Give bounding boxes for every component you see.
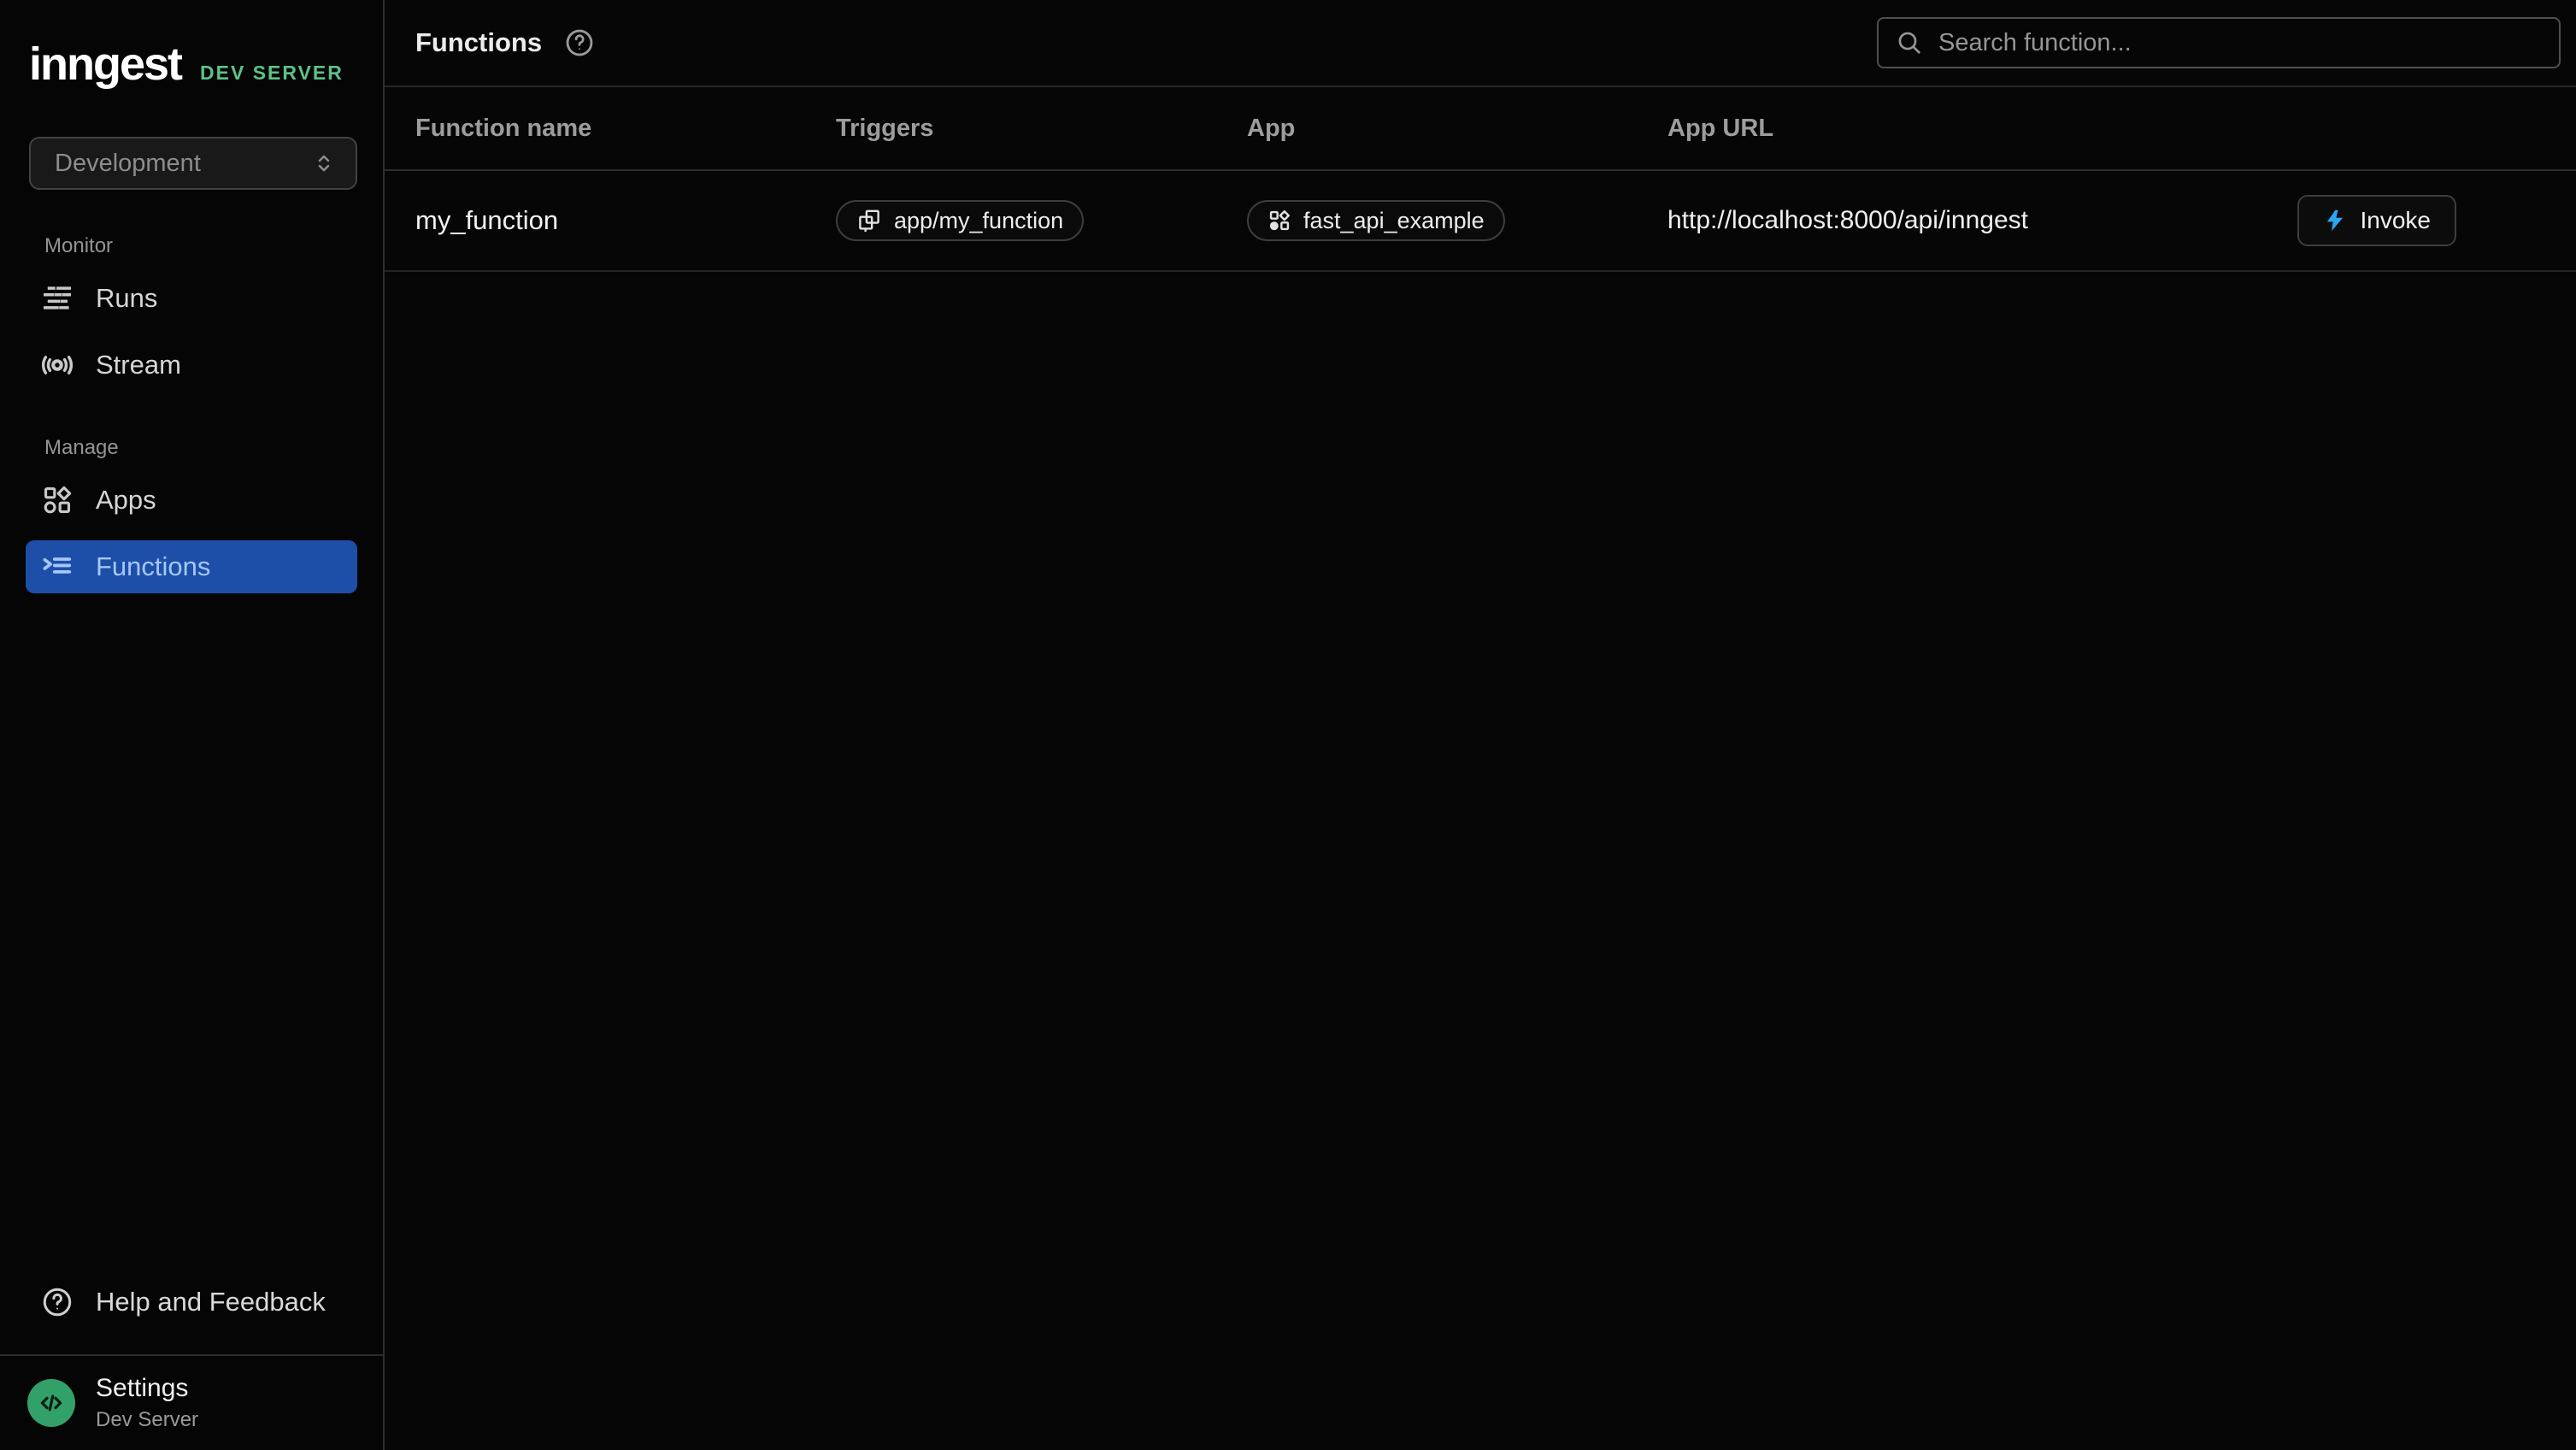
functions-icon: [41, 550, 75, 584]
function-name-cell: my_function: [415, 205, 836, 236]
dev-server-badge: DEV SERVER: [200, 62, 344, 85]
sidebar-bottom: Help and Feedback Settings Dev Server: [0, 1276, 383, 1450]
topbar: Functions: [385, 0, 2576, 87]
environment-select-value: Development: [55, 150, 201, 178]
sidebar: inngest DEV SERVER Development Monitor: [0, 0, 385, 1450]
main-content: Functions: [385, 0, 2576, 1450]
help-and-feedback[interactable]: Help and Feedback: [26, 1276, 357, 1329]
column-header-app-url: App URL: [1667, 115, 2545, 143]
sidebar-item-label: Functions: [96, 551, 210, 582]
sidebar-item-runs[interactable]: Runs: [26, 272, 357, 325]
sidebar-item-label: Stream: [96, 350, 181, 380]
settings-title: Settings: [96, 1374, 198, 1403]
monitor-section-label: Monitor: [44, 234, 357, 258]
question-circle-icon: [41, 1285, 75, 1319]
chevron-up-down-icon: [311, 150, 337, 176]
table-row[interactable]: my_function app/my_function: [385, 171, 2576, 272]
help-label: Help and Feedback: [96, 1287, 326, 1317]
apps-icon: [1267, 209, 1291, 233]
trigger-badge[interactable]: app/my_function: [836, 200, 1084, 241]
settings-subtitle: Dev Server: [96, 1408, 198, 1432]
settings-texts: Settings Dev Server: [96, 1374, 198, 1432]
app-badge[interactable]: fast_api_example: [1247, 200, 1505, 241]
sidebar-item-label: Apps: [96, 485, 156, 516]
column-header-app: App: [1247, 115, 1667, 143]
event-squares-icon: [856, 208, 882, 233]
environment-select[interactable]: Development: [29, 137, 357, 190]
lightning-bolt-icon: [2323, 209, 2347, 233]
sidebar-item-label: Runs: [96, 283, 157, 314]
invoke-button[interactable]: Invoke: [2297, 195, 2457, 246]
search-input[interactable]: [1938, 29, 2542, 57]
help-circle-icon[interactable]: [564, 27, 595, 58]
sidebar-nav: Monitor Runs: [0, 190, 383, 607]
sidebar-item-stream[interactable]: Stream: [26, 339, 357, 392]
search-icon: [1896, 29, 1923, 56]
apps-icon: [41, 483, 75, 517]
trigger-badge-label: app/my_function: [894, 208, 1063, 234]
app-url-cell: http://localhost:8000/api/inngest: [1667, 206, 2297, 235]
stream-icon: [41, 348, 75, 382]
table-header: Function name Triggers App App URL: [385, 87, 2576, 171]
brand: inngest DEV SERVER: [29, 38, 357, 91]
sidebar-item-functions[interactable]: Functions: [26, 540, 357, 593]
runs-icon: [41, 281, 75, 315]
inngest-logo: inngest: [29, 38, 181, 91]
search-box: [1877, 17, 2561, 68]
invoke-button-label: Invoke: [2361, 207, 2432, 234]
page-title: Functions: [415, 27, 542, 58]
empty-content-area: [385, 272, 2576, 1450]
sidebar-header: inngest DEV SERVER Development: [0, 0, 383, 190]
manage-section-label: Manage: [44, 436, 357, 460]
app-badge-label: fast_api_example: [1303, 208, 1485, 234]
column-header-triggers: Triggers: [836, 115, 1247, 143]
title-wrap: Functions: [415, 27, 595, 58]
column-header-function-name: Function name: [415, 115, 836, 143]
app-root: inngest DEV SERVER Development Monitor: [0, 0, 2576, 1450]
settings-item[interactable]: Settings Dev Server: [0, 1354, 383, 1450]
sidebar-item-apps[interactable]: Apps: [26, 474, 357, 527]
code-icon: [27, 1379, 75, 1427]
